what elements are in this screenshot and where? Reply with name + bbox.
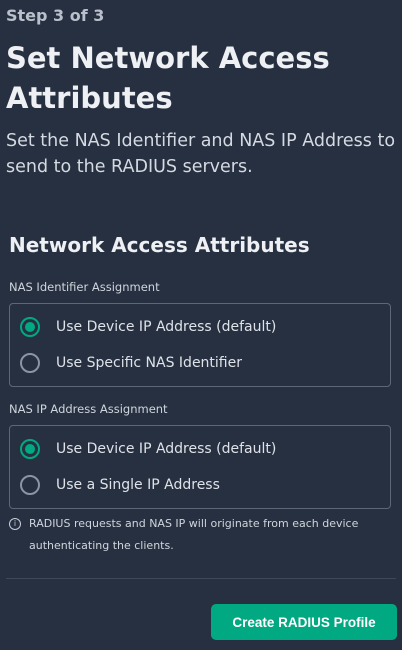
info-text: RADIUS requests and NAS IP will originat… — [29, 517, 359, 552]
nas-identifier-radio-group: Use Device IP Address (default) Use Spec… — [9, 303, 391, 387]
radio-unselected-icon[interactable] — [20, 353, 40, 373]
nas-ip-option-single-ip[interactable]: Use a Single IP Address — [20, 472, 220, 498]
page-title: Set Network Access Attributes — [6, 41, 330, 115]
info-icon: i — [9, 518, 21, 530]
nas-identifier-label: NAS Identifier Assignment — [9, 280, 160, 294]
radio-label: Use Device IP Address (default) — [56, 441, 277, 457]
radio-label: Use Device IP Address (default) — [56, 319, 277, 335]
nas-identifier-option-specific[interactable]: Use Specific NAS Identifier — [20, 350, 242, 376]
create-radius-profile-button[interactable]: Create RADIUS Profile — [211, 604, 397, 640]
nas-ip-option-device-ip[interactable]: Use Device IP Address (default) — [20, 436, 276, 462]
radio-selected-icon[interactable] — [20, 317, 40, 337]
section-title: Network Access Attributes — [9, 233, 310, 257]
radio-label: Use a Single IP Address — [56, 477, 220, 493]
radio-label: Use Specific NAS Identifier — [56, 355, 242, 371]
step-indicator: Step 3 of 3 — [6, 6, 105, 25]
nas-identifier-option-device-ip[interactable]: Use Device IP Address (default) — [20, 314, 276, 340]
page-subtitle: Set the NAS Identifier and NAS IP Addres… — [6, 131, 396, 177]
footer-divider — [6, 578, 396, 579]
radio-unselected-icon[interactable] — [20, 475, 40, 495]
nas-ip-label: NAS IP Address Assignment — [9, 402, 168, 416]
radio-selected-icon[interactable] — [20, 439, 40, 459]
info-note: i RADIUS requests and NAS IP will origin… — [9, 515, 394, 559]
nas-ip-radio-group: Use Device IP Address (default) Use a Si… — [9, 425, 391, 509]
